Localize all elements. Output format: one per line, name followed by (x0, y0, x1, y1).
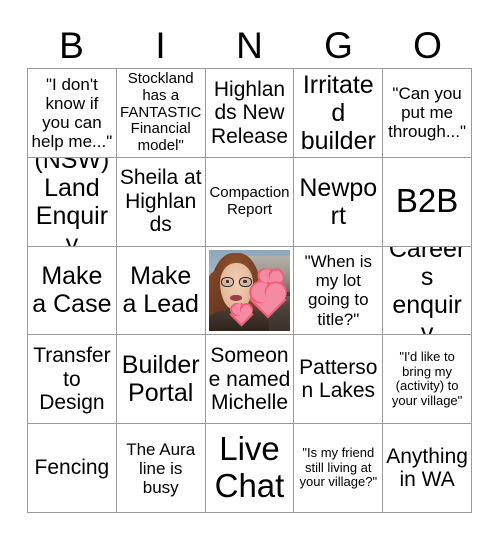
bingo-cell[interactable]: Someone named Michelle (205, 335, 295, 425)
bingo-cell-label: Make a Case (32, 262, 112, 319)
bingo-cell-label: Fencing (34, 456, 110, 480)
bingo-cell[interactable]: The Aura line is busy (116, 424, 206, 513)
bingo-cell[interactable]: (NSW) Land Enquiry (28, 157, 117, 247)
bingo-cell[interactable]: Patterson Lakes (294, 335, 384, 425)
bingo-cell-label: Builder Portal (121, 351, 200, 408)
bingo-cell[interactable]: "I'd like to bring my (activity) to your… (383, 335, 472, 425)
bingo-cell-label: Someone named Michelle (208, 344, 291, 415)
bingo-cell[interactable]: Highlands New Release (205, 69, 295, 158)
bingo-grid: "I don't know if you can help me..." Stoc… (27, 68, 472, 513)
bingo-cell[interactable]: "Can you put me through..." (383, 69, 472, 158)
bingo-cell-label: "Is my friend still living at your villa… (299, 445, 378, 490)
bingo-cell[interactable]: Make a Lead (116, 246, 206, 336)
bingo-header-letter-b: B (59, 24, 84, 66)
bingo-cell[interactable]: Anything in WA (383, 424, 472, 513)
bingo-board: B I N G O "I don't know if you can help … (0, 0, 500, 544)
bingo-cell-label: Live Chat (214, 430, 285, 505)
bingo-cell-label: "I'd like to bring my (activity) to your… (391, 349, 463, 408)
bingo-cell-label: Sheila at Highlands (119, 166, 202, 237)
bingo-cell-label: (NSW) Land Enquiry (34, 157, 110, 247)
bingo-cell-label: Newport (299, 173, 378, 230)
bingo-cell[interactable] (205, 246, 295, 336)
bingo-cell-label: "When is my lot going to title?" (304, 252, 373, 329)
photo-eye-right (242, 280, 247, 283)
bingo-cell-label: B2B (395, 182, 459, 220)
bingo-cell-label: Anything in WA (386, 444, 468, 492)
bingo-cell[interactable]: Sheila at Highlands (116, 157, 206, 247)
bingo-cell-label: Compaction Report (209, 183, 290, 218)
bingo-cell[interactable]: Fencing (28, 424, 117, 513)
bingo-cell-label: Irritated builder (300, 70, 376, 155)
bingo-cell[interactable]: Live Chat (205, 424, 295, 513)
bingo-cell-label: The Aura line is busy (126, 439, 196, 497)
photo-eye-left (225, 280, 230, 283)
bingo-cell-label: Careers enquiry (388, 246, 466, 336)
bingo-cell[interactable]: "When is my lot going to title?" (294, 246, 384, 336)
bingo-cell[interactable]: Builder Portal (116, 335, 206, 425)
bingo-cell-label: "I don't know if you can help me..." (31, 74, 113, 151)
bingo-header-letter-g: G (324, 24, 353, 66)
bingo-cell[interactable]: Careers enquiry (383, 246, 472, 336)
bingo-header-row: B I N G O (27, 22, 472, 68)
bingo-cell[interactable]: Newport (294, 157, 384, 247)
bingo-cell[interactable]: "I don't know if you can help me..." (28, 69, 117, 158)
bingo-cell-label: "Can you put me through..." (388, 84, 467, 142)
bingo-cell[interactable]: Make a Case (28, 246, 117, 336)
bingo-cell[interactable]: B2B (383, 157, 472, 247)
bingo-cell[interactable]: Transfer to Design (28, 335, 117, 425)
bingo-header-letter-i: I (155, 24, 166, 66)
bingo-cell-label: Patterson Lakes (299, 355, 378, 403)
selfie-photo-of-woman-with-glasses-and-heart-stickers (208, 249, 291, 332)
bingo-cell-label: Transfer to Design (33, 344, 111, 415)
bingo-cell-label: Highlands New Release (210, 77, 289, 148)
bingo-header-letter-o: O (413, 24, 442, 66)
bingo-cell-label: Make a Lead (122, 262, 199, 319)
bingo-header-letter-n: N (236, 24, 263, 66)
bingo-cell[interactable]: Irritated builder (294, 69, 384, 158)
bingo-cell[interactable]: Compaction Report (205, 157, 295, 247)
bingo-cell-label: Stockland has a FANTASTIC Financial mode… (119, 69, 202, 155)
bingo-cell[interactable]: Stockland has a FANTASTIC Financial mode… (116, 69, 206, 158)
bingo-cell[interactable]: "Is my friend still living at your villa… (294, 424, 384, 513)
